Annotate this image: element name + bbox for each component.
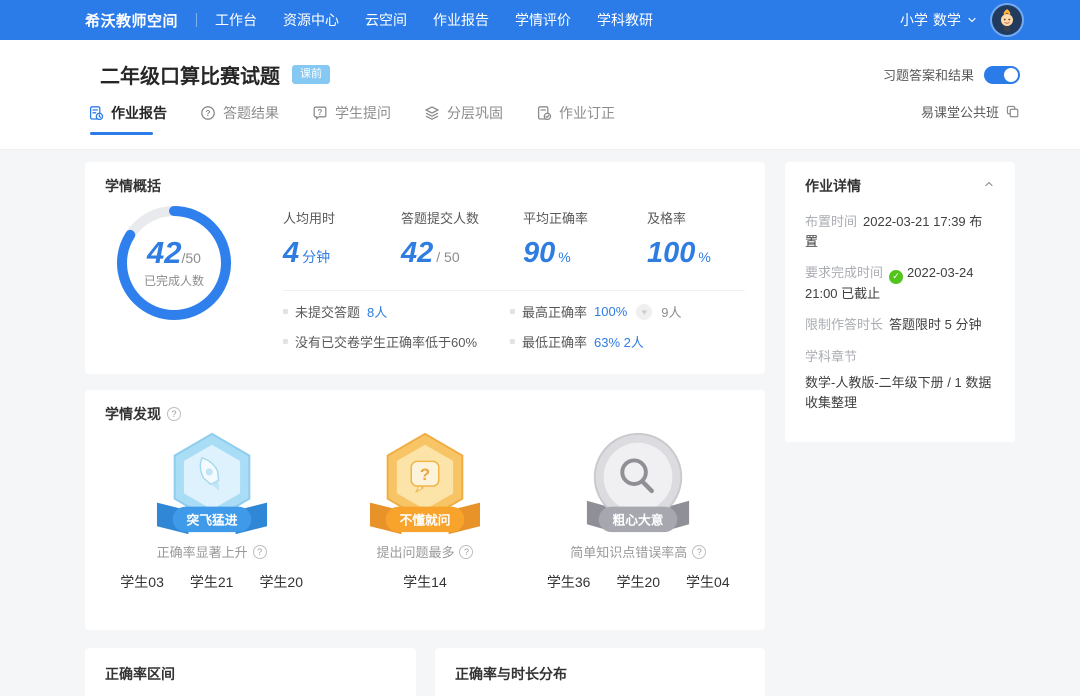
help-icon[interactable]: ? [253, 545, 267, 559]
stage-badge: 课前 [292, 65, 330, 84]
completed-count: 42 [147, 235, 181, 270]
avatar[interactable] [992, 5, 1022, 35]
svg-text:粗心大意: 粗心大意 [613, 512, 664, 527]
substat-highest-accuracy: 最高正确率 100% ♥ 9人 [510, 302, 745, 321]
tabs-bar: 作业报告 ? 答题结果 ? 学生提问 分层巩固 作业订正 [0, 89, 1080, 135]
overview-card: 学情概括 42/50 已完成人数 人均用时 4分钟 答题提交人数 [85, 162, 765, 374]
copy-icon [1005, 104, 1020, 119]
total-count: /50 [182, 250, 201, 266]
badge-desc: 提出问题最多 ? [318, 542, 531, 561]
student-link[interactable]: 学生20 [259, 572, 303, 592]
heart-icon: ♥ [636, 304, 652, 320]
stat-submissions: 答题提交人数 42/ 50 [401, 208, 523, 268]
page-header: 二年级口算比赛试题 课前 习题答案和结果 作业报告 ? 答题结果 ? 学生提问 [0, 40, 1080, 150]
homework-detail-card: 作业详情 布置时间2022-03-21 17:39 布置 要求完成时间✓2022… [785, 162, 1015, 442]
stats-divider [283, 290, 745, 291]
student-link[interactable]: 学生21 [190, 572, 234, 592]
nav-item-workbench[interactable]: 工作台 [215, 10, 257, 30]
answers-toggle[interactable] [984, 66, 1020, 84]
nav-item-homework-report[interactable]: 作业报告 [433, 10, 489, 30]
chapter-row: 学科章节 数学-人教版-二年级下册 / 1 数据收集整理 [805, 347, 995, 413]
nav-menu: 工作台 资源中心 云空间 作业报告 学情评价 学科教研 [215, 10, 653, 30]
stat-pass-rate: 及格率 100% [647, 208, 757, 268]
accuracy-range-card: 正确率区间 [85, 648, 416, 696]
badge-desc: 正确率显著上升 ? [105, 542, 318, 561]
grade-label: 小学 [900, 10, 928, 30]
badge-ask-when-unsure: ? 不懂就问 提出问题最多 ? 学生14 [318, 428, 531, 592]
help-icon[interactable]: ? [167, 407, 181, 421]
student-link[interactable]: 学生04 [686, 572, 730, 592]
report-icon [88, 105, 104, 121]
completion-donut: 42/50 已完成人数 [115, 204, 233, 322]
assign-time-row: 布置时间2022-03-21 17:39 布置 [805, 212, 995, 252]
substat-low-rate-note: 没有已交卷学生正确率低于60% [283, 332, 510, 351]
student-link[interactable]: 学生36 [547, 572, 591, 592]
collapse-chevron-up-icon[interactable] [983, 177, 995, 195]
substat-unsubmitted: 未提交答题 8人 [283, 302, 510, 321]
tab-student-questions[interactable]: ? 学生提问 [312, 103, 391, 135]
nav-item-resource-center[interactable]: 资源中心 [283, 10, 339, 30]
brand-logo[interactable]: 希沃教师空间 [85, 10, 178, 31]
deadline-row: 要求完成时间✓2022-03-24 21:00 已截止 [805, 263, 995, 304]
discovery-card: 学情发现 ? [85, 390, 765, 630]
svg-text:?: ? [318, 108, 323, 117]
time-limit-row: 限制作答时长答题限时 5 分钟 [805, 315, 995, 335]
accuracy-range-title: 正确率区间 [105, 664, 396, 684]
circle-question-icon: ? [200, 105, 216, 121]
substat-lowest-accuracy: 最低正确率 63% 2人 [510, 332, 745, 351]
detail-title: 作业详情 [805, 176, 861, 196]
accuracy-duration-card: 正确率与时长分布 [435, 648, 765, 696]
nav-item-subject-research[interactable]: 学科教研 [597, 10, 653, 30]
correction-icon [536, 105, 552, 121]
badge-rapid-progress: 突飞猛进 正确率显著上升 ? 学生03 学生21 学生20 [105, 428, 318, 592]
chevron-down-icon [966, 14, 978, 26]
tab-tiered-practice[interactable]: 分层巩固 [424, 103, 503, 135]
subject-label: 数学 [933, 10, 961, 30]
top-navbar: 希沃教师空间 工作台 资源中心 云空间 作业报告 学情评价 学科教研 小学 数学 [0, 0, 1080, 40]
svg-text:?: ? [205, 108, 210, 118]
question-badge-icon: ? 不懂就问 [359, 428, 491, 540]
magnifier-badge-icon: 粗心大意 [572, 428, 704, 540]
student-link[interactable]: 学生14 [403, 572, 447, 592]
substats: 未提交答题 8人 最高正确率 100% ♥ 9人 没有已交卷学生正确率低于60%… [283, 302, 745, 351]
stat-avg-time: 人均用时 4分钟 [283, 208, 401, 268]
page-title: 二年级口算比赛试题 [100, 60, 280, 89]
svg-text:突飞猛进: 突飞猛进 [186, 512, 237, 527]
tab-homework-report[interactable]: 作业报告 [88, 103, 167, 135]
stat-avg-accuracy: 平均正确率 90% [523, 208, 647, 268]
student-link[interactable]: 学生20 [616, 572, 660, 592]
badge-desc: 简单知识点错误率高 ? [532, 542, 745, 561]
stats-row: 人均用时 4分钟 答题提交人数 42/ 50 平均正确率 90% 及格率 100… [283, 208, 757, 268]
tab-homework-correction[interactable]: 作业订正 [536, 103, 615, 135]
discovery-title: 学情发现 [105, 404, 161, 424]
check-icon: ✓ [889, 270, 903, 284]
accuracy-duration-title: 正确率与时长分布 [455, 664, 745, 684]
help-icon[interactable]: ? [692, 545, 706, 559]
svg-text:不懂就问: 不懂就问 [399, 512, 450, 527]
square-question-icon: ? [312, 105, 328, 121]
nav-item-cloud-space[interactable]: 云空间 [365, 10, 407, 30]
class-name: 易课堂公共班 [921, 102, 999, 121]
rocket-badge-icon: 突飞猛进 [146, 428, 278, 540]
answers-toggle-label: 习题答案和结果 [883, 65, 974, 84]
nav-divider [196, 13, 197, 27]
layers-icon [424, 105, 440, 121]
student-link[interactable]: 学生03 [120, 572, 164, 592]
svg-text:?: ? [420, 465, 430, 484]
badge-carelessness: 粗心大意 简单知识点错误率高 ? 学生36 学生20 学生04 [532, 428, 745, 592]
grade-subject-select[interactable]: 小学 数学 [900, 10, 978, 30]
donut-caption: 已完成人数 [144, 272, 204, 289]
help-icon[interactable]: ? [459, 545, 473, 559]
nav-item-learning-evaluation[interactable]: 学情评价 [515, 10, 571, 30]
tab-answer-results[interactable]: ? 答题结果 [200, 103, 279, 135]
class-switcher[interactable]: 易课堂公共班 [921, 102, 1020, 135]
overview-title: 学情概括 [105, 176, 161, 196]
